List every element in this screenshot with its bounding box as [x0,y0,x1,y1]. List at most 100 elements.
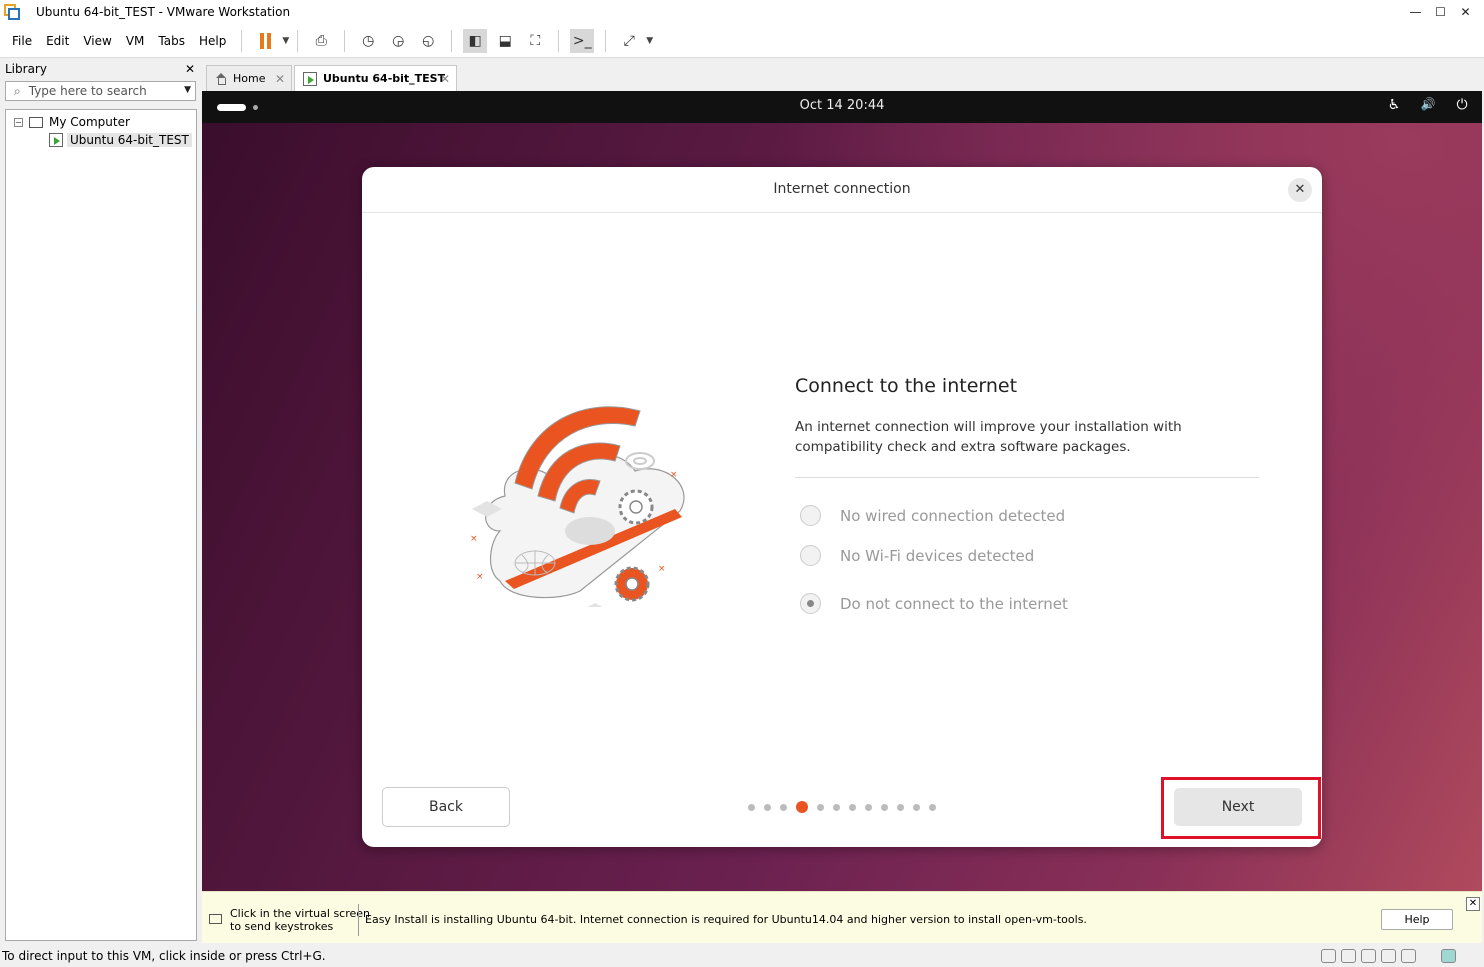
full-screen-button[interactable]: ⛶ [523,29,547,53]
clock[interactable]: Oct 14 20:44 [202,98,1482,113]
menu-edit[interactable]: Edit [39,34,76,48]
tab-label: Ubuntu 64-bit_TEST [323,72,446,85]
minimize-button[interactable]: — [1403,5,1428,19]
shadow [565,517,615,545]
menu-view[interactable]: View [76,34,118,48]
message-log-icon[interactable] [1441,949,1456,963]
revert-snapshot-button[interactable]: ◶ [386,29,410,53]
cd-dvd-icon[interactable] [1361,949,1376,963]
library-close-button[interactable]: ✕ [185,62,195,76]
cd-dvd-icon[interactable] [1341,949,1356,963]
option-label: Do not connect to the internet [840,594,1068,613]
progress-dot [833,803,840,811]
toolbar-separator [344,29,346,52]
toolbar-separator [241,29,243,52]
menu-tabs[interactable]: Tabs [151,34,192,48]
dialog-close-button[interactable]: ✕ [1288,178,1312,202]
installer-dialog: Internet connection ✕ × × × × Connect to… [362,167,1322,847]
stretch-icon: ⤢ [623,32,635,49]
gear-hub [629,500,643,514]
decor-cross: × [658,564,666,574]
toolbar-separator [558,29,560,52]
radio-button-selected[interactable] [800,593,821,614]
hint-line: Click in the virtual screen [230,907,371,920]
console-view-button[interactable]: >_ [570,28,595,53]
show-library-button[interactable]: ◧ [463,28,488,53]
pause-icon [259,32,271,49]
progress-dot [897,803,904,811]
floppy-icon[interactable] [1381,949,1396,963]
vm-running-icon [303,71,317,86]
install-bar-close-button[interactable]: ✕ [1466,897,1480,911]
vmware-logo-icon [4,4,20,20]
radio-button[interactable] [800,505,821,526]
power-icon[interactable]: ⏻ [1454,97,1470,113]
decor-cross: × [476,572,484,582]
tab-label: Home [233,72,266,85]
library-panel: Library ✕ ⌕ Type here to search ▼ − My C… [0,59,201,943]
decor-diamond [587,603,603,607]
keyboard-icon [209,914,222,924]
help-button[interactable]: Help [1381,909,1453,930]
search-icon: ⌕ [14,83,21,98]
network-adapter-icon[interactable] [1401,949,1416,963]
send-ctrl-alt-del-button[interactable]: ⎙ [309,29,333,53]
stretch-guest-button[interactable]: ⤢ [617,29,641,53]
tab-close-icon[interactable]: ✕ [275,72,285,86]
tree-item-label: Ubuntu 64-bit_TEST [67,133,192,147]
dialog-header: Internet connection ✕ [362,167,1322,213]
title-bar: Ubuntu 64-bit_TEST - VMware Workstation … [0,0,1484,24]
terminal-icon: >_ [572,32,592,49]
tree-item-ubuntu-vm[interactable]: Ubuntu 64-bit_TEST [6,131,196,149]
search-dropdown-icon[interactable]: ▼ [184,85,191,95]
menu-toolbar: File Edit View VM Tabs Help ▼ ⎙ ◷ ◶ ◵ ◧ … [0,24,1484,58]
page-heading: Connect to the internet [795,375,1018,397]
keyboard-send-icon: ⎙ [315,32,327,49]
vm-console[interactable]: Oct 14 20:44 ♿ 🔊 ⏻ Internet connection ✕ [202,91,1482,891]
stretch-dropdown-icon[interactable]: ▼ [646,36,653,46]
close-window-button[interactable]: ✕ [1453,5,1478,19]
accessibility-icon[interactable]: ♿ [1386,97,1402,113]
pause-button[interactable] [253,29,277,53]
radio-button[interactable] [800,545,821,566]
collapse-toggle-icon[interactable]: − [14,117,23,127]
tab-home[interactable]: Home ✕ [206,65,292,91]
tab-ubuntu-vm[interactable]: Ubuntu 64-bit_TEST ✕ [294,65,457,91]
status-text: To direct input to this VM, click inside… [2,949,326,963]
toolbar-separator [451,29,453,52]
menu-help[interactable]: Help [192,34,233,48]
progress-dot [913,803,920,811]
dialog-title: Internet connection [773,181,911,197]
progress-dot-current [796,801,808,813]
vm-running-icon [49,133,63,147]
snapshot-button[interactable]: ◷ [356,29,380,53]
volume-icon[interactable]: 🔊 [1420,97,1436,113]
computer-icon [29,116,43,128]
progress-dot [748,803,755,811]
click-hint: Click in the virtual screen to send keys… [230,907,370,933]
revert-icon: ◶ [392,32,405,49]
easy-install-bar: Click in the virtual screen to send keys… [202,891,1482,943]
menu-file[interactable]: File [5,34,39,48]
decor-cross: × [470,534,478,544]
gear-hub [625,577,639,591]
show-thumbnail-bar-button[interactable]: ⬓ [493,29,517,53]
back-button[interactable]: Back [382,787,510,827]
library-search-input[interactable]: ⌕ Type here to search ▼ [5,81,196,101]
resize-grip-icon [1461,949,1476,963]
tree-item-my-computer[interactable]: − My Computer [6,113,196,131]
progress-dot [929,803,936,811]
option-label: No Wi-Fi devices detected [840,546,1035,565]
option-no-internet[interactable]: Do not connect to the internet [800,593,1068,614]
hard-disk-icon[interactable] [1321,949,1336,963]
toolbar-separator [297,29,299,52]
option-wired[interactable]: No wired connection detected [800,505,1065,526]
menu-vm[interactable]: VM [119,34,152,48]
maximize-button[interactable]: ☐ [1428,5,1453,19]
fullscreen-icon: ⛶ [530,32,541,49]
separator [358,904,359,936]
option-wifi[interactable]: No Wi-Fi devices detected [800,545,1034,566]
tab-close-icon[interactable]: ✕ [440,72,450,86]
snapshot-manager-button[interactable]: ◵ [416,29,440,53]
power-dropdown-icon[interactable]: ▼ [282,36,289,46]
